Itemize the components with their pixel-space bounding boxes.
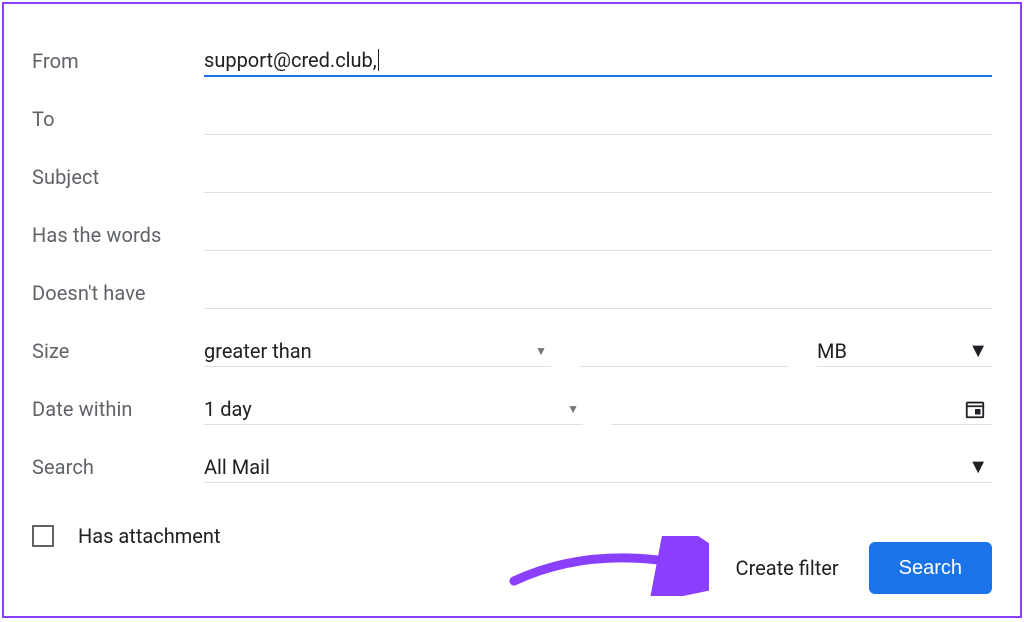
caret-down-icon: ▼ xyxy=(968,338,988,363)
size-unit-select[interactable]: MB ▼ xyxy=(817,335,992,367)
subject-input[interactable] xyxy=(204,161,992,193)
size-unit-value: MB xyxy=(817,339,847,363)
size-operator-value: greater than xyxy=(204,339,312,363)
row-date-within: Date within 1 day ▼ xyxy=(32,380,992,438)
create-filter-link[interactable]: Create filter xyxy=(736,556,839,580)
date-picker-input[interactable] xyxy=(611,393,992,425)
search-in-select[interactable]: All Mail ▼ xyxy=(204,451,992,483)
size-value-input[interactable] xyxy=(579,335,789,367)
label-has-attachment: Has attachment xyxy=(78,524,221,548)
doesnt-have-input[interactable] xyxy=(204,277,992,309)
row-to: To xyxy=(32,90,992,148)
size-operator-select[interactable]: greater than ▼ xyxy=(204,335,551,367)
caret-down-icon: ▼ xyxy=(567,402,579,416)
calendar-icon xyxy=(964,398,986,420)
label-doesnt-have: Doesn't have xyxy=(32,281,204,305)
from-value: support@cred.club, xyxy=(204,48,377,72)
text-cursor xyxy=(378,49,379,71)
row-from: From support@cred.club, xyxy=(32,32,992,90)
search-button[interactable]: Search xyxy=(869,542,992,594)
row-doesnt-have: Doesn't have xyxy=(32,264,992,322)
has-attachment-checkbox[interactable] xyxy=(32,525,54,547)
search-filter-dialog: From support@cred.club, To Subject Has t… xyxy=(2,2,1022,618)
caret-down-icon: ▼ xyxy=(968,454,988,479)
label-size: Size xyxy=(32,339,204,363)
label-date-within: Date within xyxy=(32,397,204,421)
date-range-select[interactable]: 1 day ▼ xyxy=(204,393,583,425)
search-in-value: All Mail xyxy=(204,455,270,479)
dialog-footer: Create filter Search xyxy=(736,542,992,594)
label-to: To xyxy=(32,107,204,131)
row-has-words: Has the words xyxy=(32,206,992,264)
label-search: Search xyxy=(32,455,204,479)
row-size: Size greater than ▼ MB ▼ xyxy=(32,322,992,380)
label-from: From xyxy=(32,49,204,73)
label-subject: Subject xyxy=(32,165,204,189)
row-subject: Subject xyxy=(32,148,992,206)
to-input[interactable] xyxy=(204,103,992,135)
has-words-input[interactable] xyxy=(204,219,992,251)
row-search: Search All Mail ▼ xyxy=(32,438,992,496)
date-range-value: 1 day xyxy=(204,397,252,421)
from-input[interactable]: support@cred.club, xyxy=(204,45,992,77)
label-has-words: Has the words xyxy=(32,223,204,247)
caret-down-icon: ▼ xyxy=(535,344,547,358)
